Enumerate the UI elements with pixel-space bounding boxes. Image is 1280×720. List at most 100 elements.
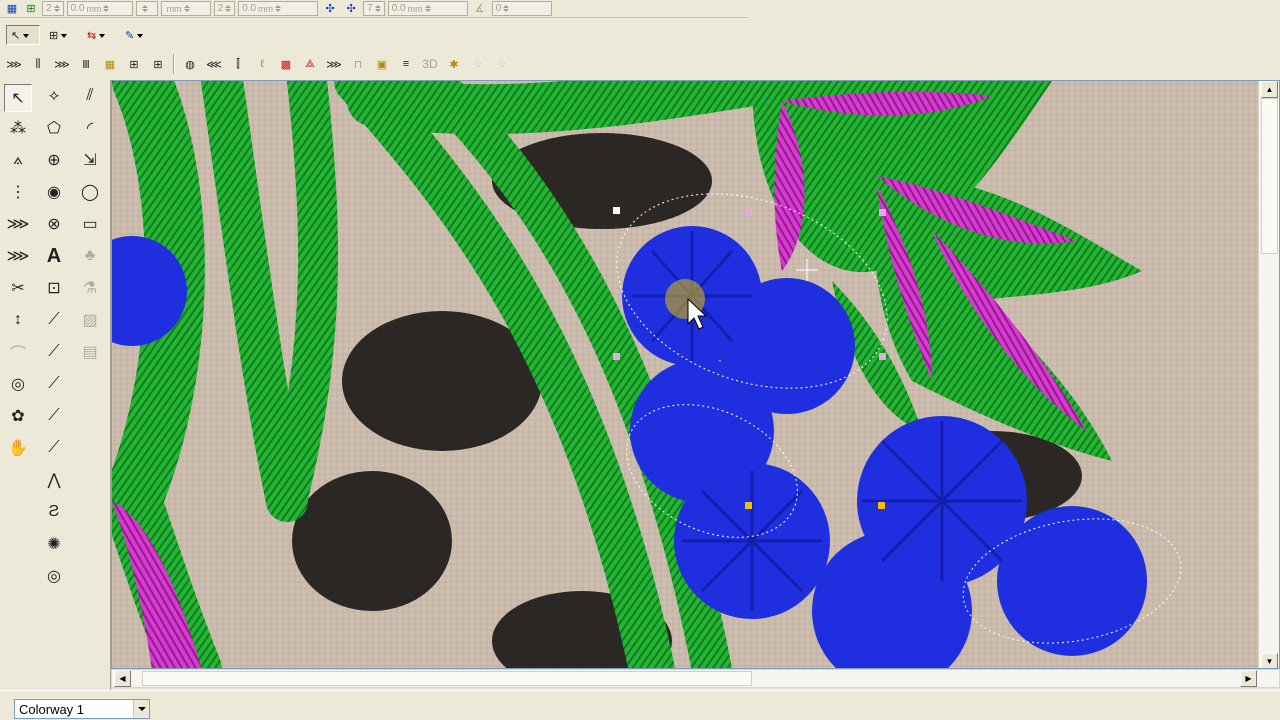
rotate-tool-icon[interactable]: ⊕ (40, 146, 68, 174)
scissors-tool-icon[interactable]: ✂ (4, 274, 32, 302)
rotation-spinner[interactable]: 0 (491, 1, 552, 16)
gradient-fill-icon[interactable]: ⊓ (347, 54, 369, 74)
select-tool-icon[interactable]: ↖ (4, 84, 32, 112)
net-fill-icon[interactable]: ▩ (275, 54, 297, 74)
star-tool-icon[interactable]: ✺ (40, 530, 68, 558)
mode-toolbar: ↖ ⊞ ⇆ ✎ (0, 22, 1280, 48)
polygon-tool-icon[interactable]: ⬠ (40, 114, 68, 142)
node-icon: ⊞ (49, 29, 59, 42)
grid-tool-icon[interactable]: ▤ (76, 338, 104, 366)
vertical-scroll-thumb[interactable] (1261, 98, 1278, 254)
colorway-select[interactable]: Colorway 1 (14, 699, 150, 719)
status-bar: Colorway 1 (0, 690, 1280, 720)
break-tool-icon[interactable]: ⁂ (4, 114, 32, 142)
zigzag-stitch-icon[interactable]: ⋙ (51, 54, 73, 74)
satin-tool-icon[interactable]: ⋙ (4, 242, 32, 270)
stripe-fill-icon[interactable]: ≡ (395, 54, 417, 74)
value-toolbar: ▦ ⊞ 2 0.0 mm mm 2 0.0 mm ✣ ✣ 7 0.0 mm ∡ 0 (0, 0, 748, 18)
node-mode-dropdown[interactable]: ⊞ (44, 25, 78, 45)
knife-tool-icon[interactable]: ⟑ (4, 146, 32, 174)
pen-icon: ✎ (125, 29, 135, 42)
text-tool-icon[interactable]: A (40, 242, 68, 270)
stitch-tool-icon[interactable]: ⋙ (4, 210, 32, 238)
blue-flower (997, 506, 1147, 656)
scroll-up-button[interactable]: ▲ (1261, 81, 1278, 98)
bean-stitch-tool-icon[interactable]: ⟋ (40, 338, 68, 366)
reshape-tool-icon[interactable]: ⟡ (40, 82, 68, 110)
digitize-tool-icon[interactable]: ◉ (40, 178, 68, 206)
stitch-toolbar: ⋙ ⫼ ⋙ Ⅲ ▦ ⊞ ⊞ ◍ ⋘ ⫿ ℓ ▩ ⟁ ⋙ ⊓ ▣ ≡ 3D ✱ ◌… (0, 51, 1280, 77)
target-tool-icon[interactable]: ◎ (40, 562, 68, 590)
embroidery-design[interactable] (112, 81, 1259, 669)
s-curve-tool-icon[interactable]: Ƨ (40, 498, 68, 526)
needle-point-tool-icon[interactable]: ↕ (4, 306, 32, 334)
count-spinner[interactable]: 2 (213, 1, 236, 16)
hoop-view-icon[interactable]: ⊞ (23, 2, 39, 16)
sequin-fill-icon[interactable]: ▣ (371, 54, 393, 74)
move-nodes-icon[interactable]: ✣ (321, 2, 339, 16)
contour-fill-icon[interactable]: ℓ (251, 54, 273, 74)
rotate-angle-icon[interactable]: ∡ (471, 2, 489, 16)
fill-stitch-icon[interactable]: ▦ (99, 54, 121, 74)
loop-tool-icon[interactable]: ◎ (4, 370, 32, 398)
cording-icon[interactable]: ◌ (467, 54, 489, 74)
arrow-icon: ↖ (11, 29, 21, 42)
toolbox: ↖ ⟡ ⫽ ⁂ ⬠ ◜ ⟑ ⊕ ⇲ ⋮ ◉ ◯ ⋙ ⊗ ▭ ⋙ A ♣ ✂ ⊡ … (0, 80, 111, 690)
offset-spinner[interactable] (135, 1, 158, 16)
radial-fill-icon[interactable]: ◍ (179, 54, 201, 74)
spool-tool-icon[interactable]: ✿ (4, 402, 32, 430)
chenille-icon[interactable]: ✱ (443, 54, 465, 74)
toolbar-separator (173, 54, 175, 74)
select-mode-dropdown[interactable]: ↖ (6, 25, 40, 45)
split-tool-icon[interactable]: ⋮ (4, 178, 32, 206)
width-spinner[interactable]: 2 (42, 1, 64, 16)
star-fill-icon[interactable]: ⟁ (299, 54, 321, 74)
design-canvas[interactable]: ▲ ▼ (111, 80, 1280, 669)
scale-tool-icon[interactable]: ⇲ (76, 146, 104, 174)
sequence-icon: ⇆ (87, 29, 97, 42)
bar-stitch-icon[interactable]: Ⅲ (75, 54, 97, 74)
stop-tool-icon[interactable]: ✋ (4, 434, 32, 462)
motif-run-tool-icon[interactable]: ⟋ (40, 402, 68, 430)
3d-foam-icon[interactable]: 3D (419, 54, 441, 74)
triple-run-tool-icon[interactable]: ⟋ (40, 370, 68, 398)
angle-spinner[interactable]: 7 (363, 1, 385, 16)
fancy-fill-icon[interactable]: ⋙ (323, 54, 345, 74)
horizontal-scrollbar[interactable]: ◀ ▶ (111, 669, 1280, 688)
coiling-icon[interactable]: ◌ (491, 54, 513, 74)
width-mm-spinner[interactable]: 0.0 mm (66, 1, 133, 16)
chevron-down-icon[interactable] (133, 700, 149, 718)
stamp-tool-icon[interactable]: ♣ (76, 242, 104, 270)
scroll-down-button[interactable]: ▼ (1261, 653, 1278, 668)
line-tool-icon[interactable]: ⫽ (76, 82, 104, 110)
colorway-value: Colorway 1 (19, 701, 85, 717)
running-stitch-tool-icon[interactable]: ⟋ (40, 306, 68, 334)
scroll-right-button[interactable]: ▶ (1240, 670, 1257, 687)
pen-mode-dropdown[interactable]: ✎ (120, 25, 154, 45)
cross-stitch-icon[interactable]: ⫿ (227, 54, 249, 74)
fill-tool-icon[interactable]: ⊗ (40, 210, 68, 238)
satin-stitch-icon[interactable]: ⋙ (3, 54, 25, 74)
ellipse-tool-icon[interactable]: ◯ (76, 178, 104, 206)
rectangle-tool-icon[interactable]: ▭ (76, 210, 104, 238)
arc-tool-icon[interactable]: ◜ (76, 114, 104, 142)
motif-fill-icon[interactable]: ⋘ (203, 54, 225, 74)
move-all-icon[interactable]: ✣ (342, 2, 360, 16)
scroll-left-button[interactable]: ◀ (114, 670, 131, 687)
applique-tool-icon[interactable]: ⌒ (4, 338, 32, 366)
vertical-scrollbar[interactable]: ▲ ▼ (1258, 81, 1279, 668)
pattern-tool-icon[interactable]: ▨ (76, 306, 104, 334)
length-mm-spinner[interactable]: 0.0 mm (387, 1, 468, 16)
spacing-mm-spinner[interactable]: mm (160, 1, 211, 16)
column-stitch-icon[interactable]: ⫼ (27, 54, 49, 74)
height-mm-spinner[interactable]: 0.0 mm (238, 1, 319, 16)
bottle-tool-icon[interactable]: ⚗ (76, 274, 104, 302)
grid-fill-icon[interactable]: ⊞ (123, 54, 145, 74)
manual-stitch-tool-icon[interactable]: ⟋ (40, 434, 68, 462)
horizontal-scroll-thumb[interactable] (142, 671, 752, 686)
grid-view-icon[interactable]: ▦ (4, 2, 20, 16)
zigzag-run-tool-icon[interactable]: ⋀ (40, 466, 68, 494)
wave-fill-icon[interactable]: ⊞ (147, 54, 169, 74)
sequence-mode-dropdown[interactable]: ⇆ (82, 25, 116, 45)
monogram-tool-icon[interactable]: ⊡ (40, 274, 68, 302)
